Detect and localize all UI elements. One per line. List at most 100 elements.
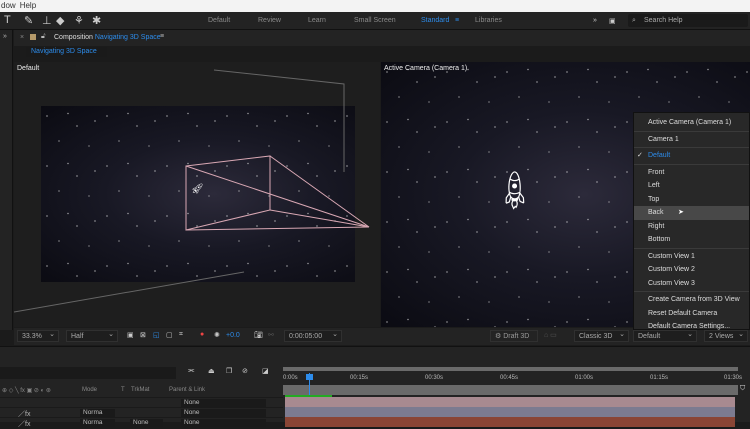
draft-3d-icon[interactable]: ⏏ xyxy=(208,367,215,375)
channel-icon[interactable]: ● xyxy=(200,331,204,338)
parent-dropdown[interactable]: None xyxy=(181,419,266,427)
lock-icon[interactable]: 🔓︎ xyxy=(41,33,46,41)
cursor-icon: ➤ xyxy=(678,209,684,216)
menu-item-custom-view-2[interactable]: Custom View 2 xyxy=(634,263,749,277)
transparency-grid-icon[interactable]: ⊠ xyxy=(140,331,146,339)
menu-item-camera-1[interactable]: Camera 1 xyxy=(634,133,749,147)
viewer-default[interactable]: Default 🚀︎ xyxy=(14,62,380,327)
trkmat-header: TrkMat xyxy=(131,387,150,393)
left-panel-strip: » xyxy=(0,30,13,330)
brush-tool-icon[interactable]: ✎ xyxy=(24,14,33,27)
eraser-tool-icon[interactable]: ◆ xyxy=(56,14,64,27)
ruler-label: 01:00s xyxy=(575,375,594,381)
draft-3d-button[interactable]: ⚙ Draft 3D xyxy=(490,330,538,342)
3d-reference-icon[interactable]: ⌗ xyxy=(179,331,183,339)
menu-item-label: Default xyxy=(648,152,671,159)
workspace-libraries[interactable]: Libraries xyxy=(475,17,502,24)
guides-icon[interactable]: ▢ xyxy=(166,331,173,339)
search-help-input[interactable]: ⌕ Search Help xyxy=(628,14,748,27)
frame-blending-icon[interactable]: ❐ xyxy=(226,367,232,375)
layer-search-input[interactable] xyxy=(0,367,176,379)
parent-dropdown[interactable]: None xyxy=(181,409,266,417)
renderer-dropdown[interactable]: Classic 3D xyxy=(574,329,629,342)
checkmark-icon: ✓ xyxy=(637,152,643,159)
layer-row[interactable]: ／fx Norma None xyxy=(0,407,283,418)
menu-item-right[interactable]: Right xyxy=(634,220,749,234)
close-tab-icon[interactable]: × xyxy=(20,34,24,41)
menu-help[interactable]: Help xyxy=(20,1,36,10)
puppet-pin-icon[interactable]: ✱ xyxy=(92,14,101,27)
layer-bar[interactable] xyxy=(285,407,735,417)
menu-bar: dow Help xyxy=(0,0,750,12)
3d-view-menu: Active Camera (Camera 1) Camera 1 ✓ Defau… xyxy=(633,112,750,330)
menu-item-camera-settings[interactable]: Default Camera Settings... xyxy=(634,320,749,334)
current-time[interactable]: 0:00:05:00 xyxy=(284,329,342,342)
motion-blur-icon[interactable]: ⊘ xyxy=(242,367,248,375)
workspace-review[interactable]: Review xyxy=(258,17,281,24)
menu-item-create-camera[interactable]: Create Camera from 3D View xyxy=(634,293,749,307)
ruler-label: 0:00s xyxy=(283,375,298,381)
graph-editor-icon[interactable]: ◪ xyxy=(262,367,269,375)
menu-item-custom-view-3[interactable]: Custom View 3 xyxy=(634,277,749,291)
show-snapshot-icon[interactable]: ⚯ xyxy=(268,331,274,339)
timeline-panel: ⫘ ⏏ ❐ ⊘ ◪ ⊕ ◇ ╲ fx ▣ ⊘ ◐ ⊛ Mode T TrkMat… xyxy=(0,346,750,428)
more-workspaces-icon[interactable]: » xyxy=(593,17,597,24)
workspace-standard[interactable]: Standard xyxy=(421,17,449,24)
workspace-learn[interactable]: Learn xyxy=(308,17,326,24)
comp-subtab[interactable]: Navigating 3D Space xyxy=(26,47,107,57)
work-area-bar[interactable] xyxy=(283,367,738,371)
search-placeholder: Search Help xyxy=(644,17,683,24)
menu-item-back[interactable]: Back ➤ xyxy=(634,206,749,220)
magnification-dropdown[interactable]: 33.3% xyxy=(17,329,59,342)
exposure-value[interactable]: +0.0 xyxy=(226,332,240,339)
menu-item-default[interactable]: ✓ Default xyxy=(634,149,749,163)
mask-visibility-icon[interactable]: ◱ xyxy=(153,331,160,339)
sync-settings-icon[interactable]: ▣ xyxy=(609,17,616,25)
resolution-dropdown[interactable]: Half xyxy=(66,329,118,342)
mode-dropdown[interactable]: Norma xyxy=(80,409,115,417)
ruler-label: 00:15s xyxy=(350,375,369,381)
t-header: T xyxy=(121,387,125,393)
panel-menu-icon[interactable]: ≡ xyxy=(160,33,164,40)
work-area-range[interactable] xyxy=(283,385,738,395)
composition-tab-bar: × 🔓︎ Composition Navigating 3D Space ≡ xyxy=(14,30,750,46)
ruler-label: 00:45s xyxy=(500,375,519,381)
workspace-small-screen[interactable]: Small Screen xyxy=(354,17,396,24)
menu-item-label: Back xyxy=(648,209,664,216)
trkmat-dropdown[interactable]: None xyxy=(130,419,163,427)
layer-bar[interactable] xyxy=(285,417,735,427)
menu-item-front[interactable]: Front xyxy=(634,166,749,180)
ruler-label: 01:30s xyxy=(724,375,743,381)
menu-window[interactable]: dow xyxy=(1,1,16,10)
composition-flowchart-icon[interactable]: ⫘ xyxy=(188,367,194,375)
layer-row[interactable]: ／fx Norma None None xyxy=(0,417,283,428)
layer-row[interactable]: None xyxy=(0,397,283,407)
menu-item-bottom[interactable]: Bottom xyxy=(634,233,749,247)
type-tool-icon[interactable]: T xyxy=(4,14,11,26)
draft-3d-label: Draft 3D xyxy=(503,333,530,340)
workspace-default[interactable]: Default xyxy=(208,17,230,24)
menu-item-active-camera[interactable]: Active Camera (Camera 1) xyxy=(634,116,749,130)
3d-ground-plane-icon: ⌂ ▭ xyxy=(544,332,557,339)
mode-header: Mode xyxy=(82,387,98,393)
menu-item-custom-view-1[interactable]: Custom View 1 xyxy=(634,250,749,264)
comp-marker-icon[interactable]: ⛉ xyxy=(740,385,745,393)
search-icon: ⌕ xyxy=(632,17,636,24)
expand-icon[interactable]: » xyxy=(3,33,7,40)
composition-tab[interactable]: Composition Navigating 3D Space xyxy=(54,34,161,41)
menu-item-left[interactable]: Left xyxy=(634,179,749,193)
region-of-interest-icon[interactable]: ▣ xyxy=(127,331,134,339)
clone-stamp-icon[interactable]: ⊥ xyxy=(42,14,52,27)
menu-item-top[interactable]: Top xyxy=(634,193,749,207)
menu-item-reset-camera[interactable]: Reset Default Camera xyxy=(634,307,749,321)
workspace-menu-icon[interactable]: ≡ xyxy=(455,17,459,24)
ruler-label: 01:15s xyxy=(650,375,669,381)
parent-dropdown[interactable]: None xyxy=(181,399,266,407)
snapshot-icon[interactable]: 📷︎ xyxy=(254,331,263,339)
view-label-right: Active Camera (Camera 1) xyxy=(384,65,468,72)
mode-dropdown[interactable]: Norma xyxy=(80,419,115,427)
playhead-handle[interactable] xyxy=(306,374,313,380)
exposure-icon[interactable]: ✺ xyxy=(214,331,220,339)
layer-bar[interactable] xyxy=(285,397,735,407)
roto-brush-icon[interactable]: ⚘ xyxy=(74,14,84,27)
